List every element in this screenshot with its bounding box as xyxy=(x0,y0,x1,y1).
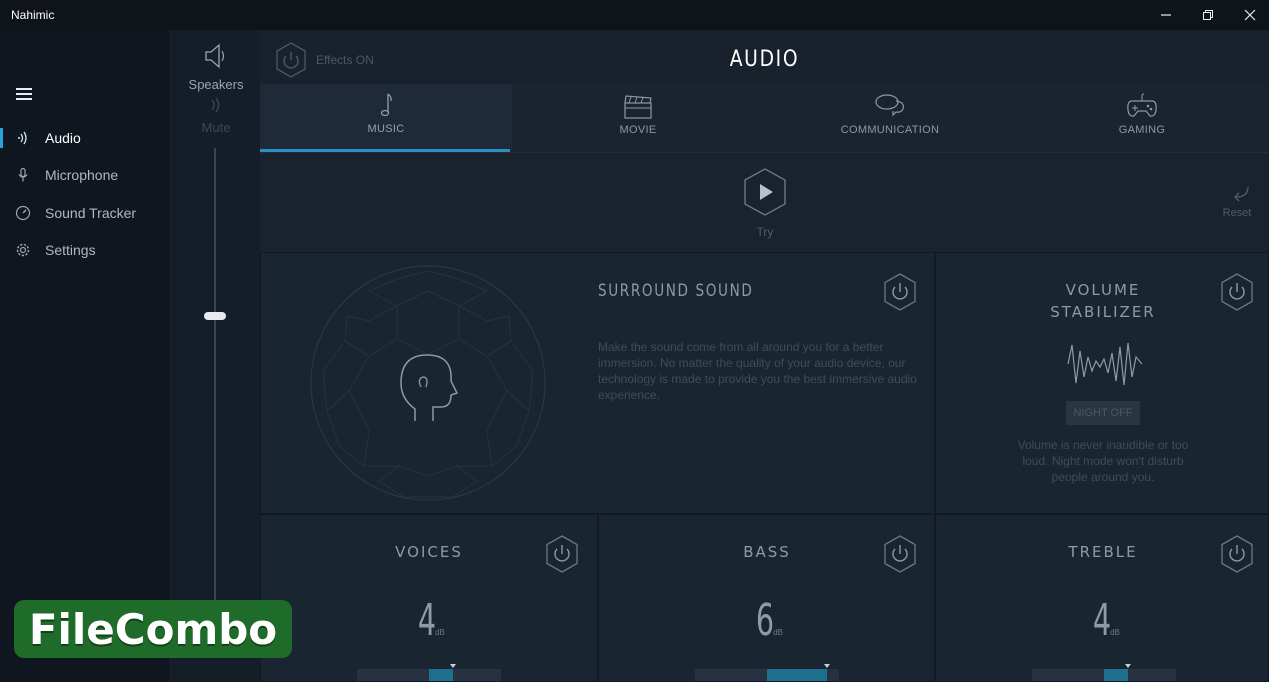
device-panel: Speakers Mute xyxy=(170,30,260,682)
gamepad-icon xyxy=(1016,92,1268,120)
audio-waves-icon xyxy=(14,129,32,147)
voices-power-button[interactable] xyxy=(545,535,579,573)
treble-value: 4dB xyxy=(1092,595,1120,646)
close-button[interactable] xyxy=(1229,0,1269,30)
power-icon xyxy=(546,535,578,573)
treble-card: TREBLE 4dB xyxy=(935,514,1269,682)
minimize-icon xyxy=(1161,14,1171,16)
compass-icon xyxy=(14,204,32,222)
tab-label: MOVIE xyxy=(619,124,657,136)
voices-value: 4dB xyxy=(417,595,445,646)
clapperboard-icon xyxy=(512,92,764,120)
music-note-icon xyxy=(260,92,512,118)
speech-bubbles-icon xyxy=(764,92,1016,118)
treble-slider[interactable] xyxy=(1032,664,1176,681)
gear-icon xyxy=(14,241,32,259)
title-bar: Nahimic xyxy=(0,0,1269,30)
volume-slider-thumb[interactable] xyxy=(204,312,226,320)
watermark-text: FileCombo xyxy=(28,604,278,654)
bass-card: BASS 6dB xyxy=(598,514,935,682)
surround-description: Make the sound come from all around you … xyxy=(598,340,917,402)
page-title: AUDIO xyxy=(729,47,800,72)
microphone-icon xyxy=(14,166,32,184)
profile-tabs: MUSIC MOVIE COMMUNICATION GAMING xyxy=(260,84,1269,152)
tab-label: COMMUNICATION xyxy=(840,124,940,136)
sidebar-item-label: Audio xyxy=(45,130,81,146)
restore-button[interactable] xyxy=(1187,0,1229,30)
try-section: Try Reset xyxy=(260,152,1269,252)
surround-sound-card: SURROUND SOUND Make the sound come from … xyxy=(260,252,935,514)
device-name: Speakers xyxy=(188,77,244,92)
night-mode-button[interactable]: NIGHT OFF xyxy=(1066,401,1140,425)
surround-power-button[interactable] xyxy=(883,273,917,311)
main-content: Effects ON AUDIO MUSIC MOVIE COMMUNICATI… xyxy=(260,30,1269,682)
tab-label: MUSIC xyxy=(367,123,405,135)
sidebar: Audio Microphone Sound Tracker Settings xyxy=(0,30,170,682)
tab-gaming[interactable]: GAMING xyxy=(1016,84,1268,152)
sidebar-item-label: Microphone xyxy=(45,167,119,183)
bass-power-button[interactable] xyxy=(883,535,917,573)
filecombo-watermark: FileCombo xyxy=(14,600,292,658)
sidebar-item-label: Settings xyxy=(45,242,96,258)
hamburger-menu-icon[interactable] xyxy=(16,88,32,100)
app-title: Nahimic xyxy=(11,8,55,22)
treble-power-button[interactable] xyxy=(1220,535,1254,573)
volume-slider-track[interactable] xyxy=(214,148,216,648)
minimize-button[interactable] xyxy=(1145,0,1187,30)
stabilizer-power-button[interactable] xyxy=(1220,273,1254,311)
voices-card: VOICES 4dB xyxy=(260,514,598,682)
bass-value: 6dB xyxy=(755,595,783,646)
close-icon xyxy=(1244,9,1256,21)
tab-movie[interactable]: MOVIE xyxy=(512,84,764,152)
app-window: Nahimic Audio Microphone Sound Tracker S… xyxy=(0,0,1269,682)
stabilizer-description: Volume is never inaudible or too loud. N… xyxy=(1017,438,1189,484)
tab-music[interactable]: MUSIC xyxy=(260,84,512,152)
tab-communication[interactable]: COMMUNICATION xyxy=(764,84,1016,152)
reset-icon[interactable] xyxy=(1220,183,1260,208)
reset-label[interactable]: Reset xyxy=(1215,207,1259,219)
waveform-icon xyxy=(1066,337,1144,396)
sidebar-item-sound-tracker[interactable]: Sound Tracker xyxy=(0,195,170,231)
restore-icon xyxy=(1203,10,1213,20)
voices-slider[interactable] xyxy=(357,664,501,681)
power-icon xyxy=(884,273,916,311)
effects-power-button[interactable] xyxy=(275,42,307,83)
sidebar-item-audio[interactable]: Audio xyxy=(0,120,170,156)
mute-label[interactable]: Mute xyxy=(171,120,261,135)
try-play-button[interactable] xyxy=(743,168,787,221)
power-icon xyxy=(884,535,916,573)
bass-slider[interactable] xyxy=(695,664,839,681)
power-icon xyxy=(1221,273,1253,311)
power-icon xyxy=(1221,535,1253,573)
speaker-icon[interactable] xyxy=(203,42,229,75)
try-label: Try xyxy=(756,225,774,239)
head-icon xyxy=(393,347,463,434)
volume-stabilizer-card: VOLUME STABILIZER NIGHT OFF Volume is ne… xyxy=(935,252,1269,514)
sidebar-item-settings[interactable]: Settings xyxy=(0,232,170,268)
tab-label: GAMING xyxy=(1118,124,1166,136)
mute-icon[interactable] xyxy=(207,96,223,119)
sidebar-item-label: Sound Tracker xyxy=(45,205,137,221)
sidebar-item-microphone[interactable]: Microphone xyxy=(0,157,170,193)
surround-title: SURROUND SOUND xyxy=(598,281,754,301)
